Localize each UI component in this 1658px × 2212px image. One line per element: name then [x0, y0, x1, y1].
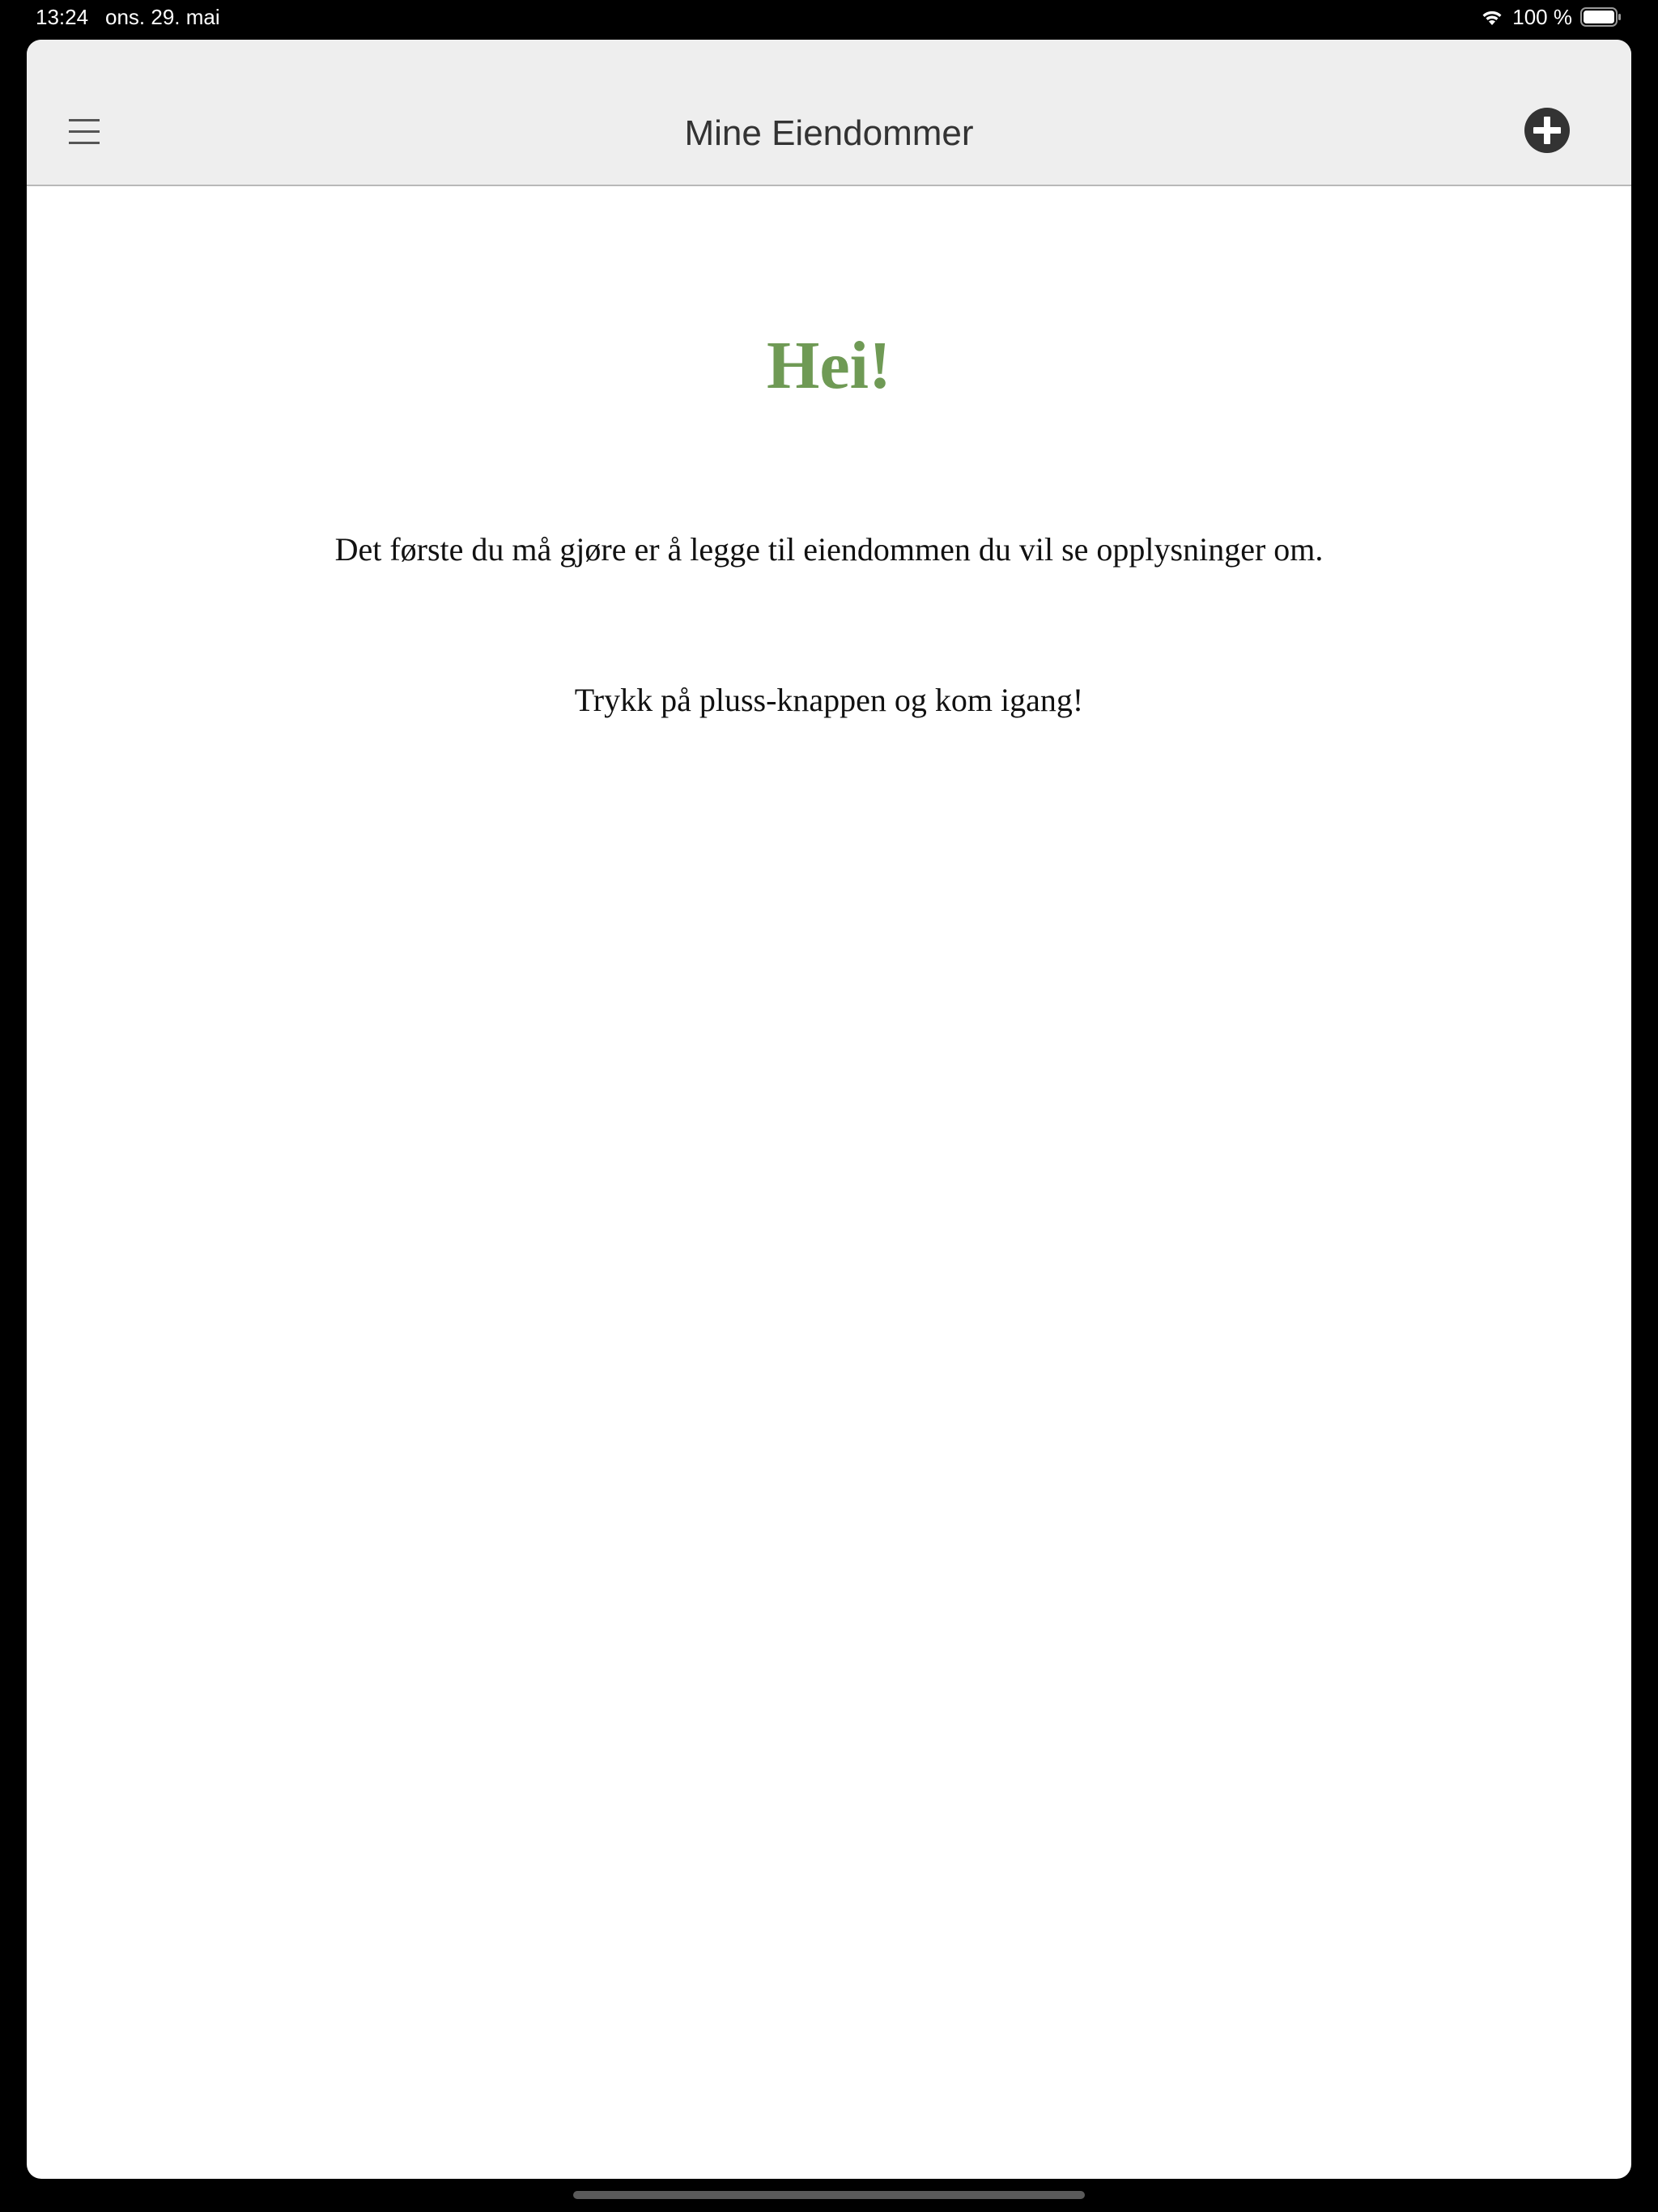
plus-circle-icon	[1523, 108, 1571, 158]
wifi-icon	[1480, 7, 1504, 27]
app-window: Mine Eiendommer Hei! Det første du må gj…	[27, 40, 1631, 2179]
status-time: 13:24	[36, 5, 89, 29]
home-indicator[interactable]	[573, 2191, 1085, 2199]
status-bar: 13:24 ons. 29. mai 100 %	[0, 0, 1658, 39]
intro-text: Det første du må gjøre er å legge til ei…	[334, 531, 1324, 568]
page-title: Mine Eiendommer	[684, 113, 974, 153]
battery-percent: 100 %	[1512, 4, 1572, 29]
add-property-button[interactable]	[1523, 106, 1571, 155]
navigation-bar: Mine Eiendommer	[27, 40, 1631, 186]
greeting-heading: Hei!	[767, 328, 891, 403]
call-to-action-text: Trykk på pluss-knappen og kom igang!	[574, 682, 1084, 718]
battery-icon	[1580, 7, 1622, 27]
status-indicators: 100 %	[1480, 3, 1622, 31]
status-date: ons. 29. mai	[105, 5, 220, 29]
